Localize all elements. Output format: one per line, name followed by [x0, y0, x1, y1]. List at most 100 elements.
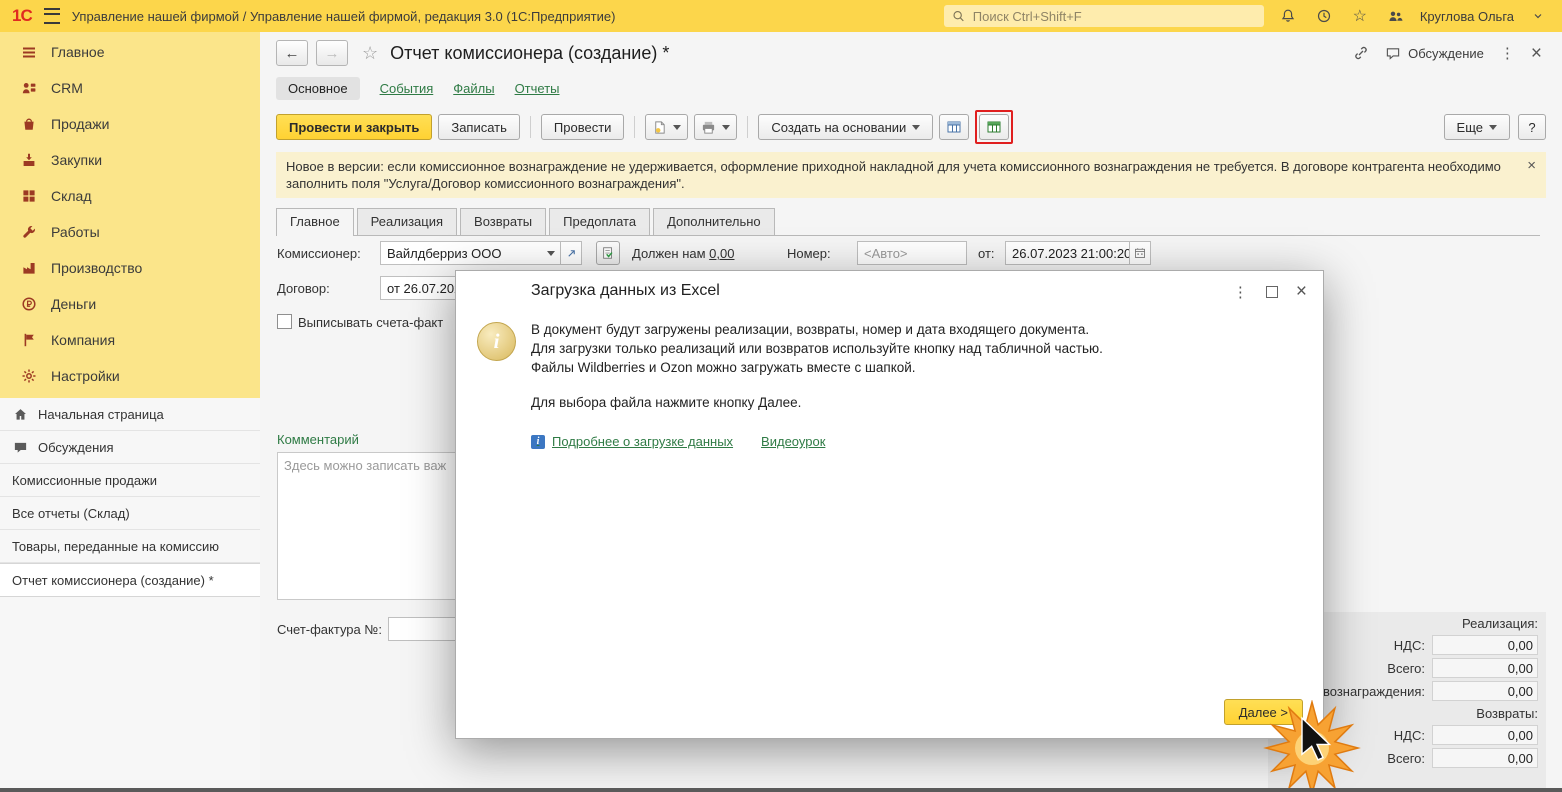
sidebar-item-goods-on-commission[interactable]: Товары, переданные на комиссию — [0, 530, 260, 563]
save-button[interactable]: Записать — [438, 114, 520, 140]
reports-table-button[interactable] — [939, 114, 970, 140]
more-button[interactable]: Еще — [1443, 114, 1510, 140]
click-highlight-cursor — [1263, 700, 1361, 792]
sidebar-item-nastroyki[interactable]: Настройки — [0, 358, 260, 394]
issue-invoices-checkbox[interactable] — [277, 314, 292, 329]
global-search[interactable] — [943, 5, 1264, 27]
maximize-icon[interactable] — [1265, 285, 1278, 298]
notifications-bell-icon[interactable] — [1276, 4, 1300, 28]
sidebar-pages: Начальная страница Обсуждения Комиссионн… — [0, 398, 260, 597]
separator — [634, 116, 636, 138]
dialog-close-icon[interactable]: × — [1296, 282, 1307, 301]
sidebar-item-kompaniya[interactable]: Компания — [0, 322, 260, 358]
sidebar-item-commissioner-report[interactable]: Отчет комиссионера (создание) * — [0, 563, 260, 597]
reward-value: 0,00 — [1432, 681, 1538, 701]
chevron-down-icon[interactable] — [1526, 4, 1550, 28]
date-field[interactable]: 26.07.2023 21:00:20 — [1005, 241, 1151, 265]
sidebar-item-label: CRM — [51, 80, 83, 96]
nds-label: НДС: — [1393, 637, 1425, 653]
invoice-number-label: Счет-фактура №: — [277, 622, 382, 637]
discussion-button[interactable]: Обсуждение — [1385, 46, 1484, 61]
calendar-icon[interactable] — [1129, 242, 1150, 264]
sidebar-item-label: Главное — [51, 44, 105, 60]
info-line: Файлы Wildberries и Ozon можно загружать… — [531, 360, 916, 375]
green-document-icon — [603, 247, 613, 259]
help-button[interactable]: ? — [1518, 114, 1546, 140]
search-input[interactable] — [970, 7, 1256, 25]
more-menu-kebab-icon[interactable]: ⋮ — [1500, 44, 1515, 62]
copy-link-icon[interactable] — [1353, 45, 1369, 61]
page-item-label: Комиссионные продажи — [12, 472, 158, 488]
search-icon — [953, 10, 964, 22]
caret-down-icon — [1489, 124, 1497, 130]
window-bottom-edge — [0, 788, 1562, 792]
company-icon — [20, 332, 37, 349]
comment-label[interactable]: Комментарий — [277, 432, 359, 447]
sidebar-item-commission-sales[interactable]: Комиссионные продажи — [0, 464, 260, 497]
sidebar-item-zakupki[interactable]: Закупки — [0, 142, 260, 178]
excel-import-dialog: Загрузка данных из Excel ⋮ × i В докумен… — [455, 270, 1324, 739]
command-bar: Провести и закрыть Записать Провести Соз… — [260, 102, 1562, 152]
dialog-title: Загрузка данных из Excel — [531, 282, 720, 299]
tab-fayly[interactable]: Файлы — [453, 81, 494, 96]
number-input[interactable] — [857, 241, 967, 265]
discussion-label: Обсуждение — [1408, 45, 1484, 61]
purchases-icon — [20, 152, 37, 169]
video-tutorial-link[interactable]: Видеоурок — [761, 434, 825, 449]
favorite-star-icon[interactable]: ☆ — [362, 43, 378, 64]
1c-logo: 1С — [12, 6, 33, 25]
commissioner-combo[interactable]: Вайлдберриз ООО — [380, 241, 582, 265]
sidebar-item-crm[interactable]: CRM — [0, 70, 260, 106]
hamburger-menu-icon[interactable] — [43, 8, 60, 24]
sidebar-item-home-page[interactable]: Начальная страница — [0, 398, 260, 431]
reward-label: вознаграждения: — [1322, 683, 1425, 699]
page-item-label: Начальная страница — [38, 406, 164, 422]
close-document-icon[interactable]: × — [1531, 44, 1542, 63]
tab-otchety[interactable]: Отчеты — [515, 81, 560, 96]
sidebar-item-all-reports-warehouse[interactable]: Все отчеты (Склад) — [0, 497, 260, 530]
action-line: Для выбора файла нажмите кнопку Далее. — [531, 395, 802, 410]
create-based-on-button[interactable]: Создать на основании — [758, 114, 934, 140]
sidebar-item-label: Закупки — [51, 152, 103, 168]
caret-down-icon — [722, 124, 731, 130]
sidebar-item-dengi[interactable]: Деньги — [0, 286, 260, 322]
printer-icon — [703, 121, 715, 134]
page-title: Отчет комиссионера (создание) * — [390, 42, 670, 63]
open-item-icon[interactable] — [560, 242, 581, 264]
sidebar-item-sklad[interactable]: Склад — [0, 178, 260, 214]
favorites-star-icon[interactable]: ☆ — [1348, 4, 1372, 28]
navigation-tabs: Основное События Файлы Отчеты — [260, 74, 1562, 102]
post-button[interactable]: Провести — [540, 114, 625, 140]
debt-amount-link[interactable]: 0,00 — [709, 246, 734, 261]
back-button[interactable]: ← — [276, 40, 308, 66]
dialog-menu-kebab-icon[interactable]: ⋮ — [1233, 283, 1248, 301]
caret-down-icon — [673, 124, 682, 130]
nds-label: НДС: — [1393, 727, 1425, 743]
history-icon[interactable] — [1312, 4, 1336, 28]
sidebar-item-proizvodstvo[interactable]: Производство — [0, 250, 260, 286]
current-user[interactable]: Круглова Ольга — [1420, 9, 1514, 24]
sidebar-item-glavnoe[interactable]: Главное — [0, 34, 260, 70]
sidebar-item-discussions[interactable]: Обсуждения — [0, 431, 260, 464]
notice-close-icon[interactable]: × — [1527, 157, 1536, 174]
learn-more-link[interactable]: i Подробнее о загрузке данных — [531, 434, 733, 449]
combo-dropdown-icon[interactable] — [542, 242, 560, 264]
users-icon[interactable] — [1384, 4, 1408, 28]
print-dropdown-button[interactable] — [694, 114, 738, 140]
copy-document-dropdown-button[interactable] — [645, 114, 689, 140]
tab-sobytiya[interactable]: События — [380, 81, 434, 96]
page-item-label: Отчет комиссионера (создание) * — [12, 572, 214, 588]
load-from-excel-button[interactable] — [979, 114, 1010, 140]
sidebar-item-raboty[interactable]: Работы — [0, 214, 260, 250]
sidebar-item-label: Деньги — [51, 296, 97, 312]
sidebar-item-label: Настройки — [51, 368, 120, 384]
tab-osnovnoe[interactable]: Основное — [276, 76, 360, 100]
sidebar-item-prodazhi[interactable]: Продажи — [0, 106, 260, 142]
excel-load-icon — [987, 121, 1001, 133]
sidebar-item-label: Производство — [51, 260, 143, 276]
forward-button[interactable]: → — [316, 40, 348, 66]
show-list-button[interactable] — [596, 241, 620, 265]
issue-invoices-label: Выписывать счета-факт — [298, 315, 444, 330]
post-and-close-button[interactable]: Провести и закрыть — [276, 114, 433, 140]
commissioner-value: Вайлдберриз ООО — [387, 245, 502, 261]
